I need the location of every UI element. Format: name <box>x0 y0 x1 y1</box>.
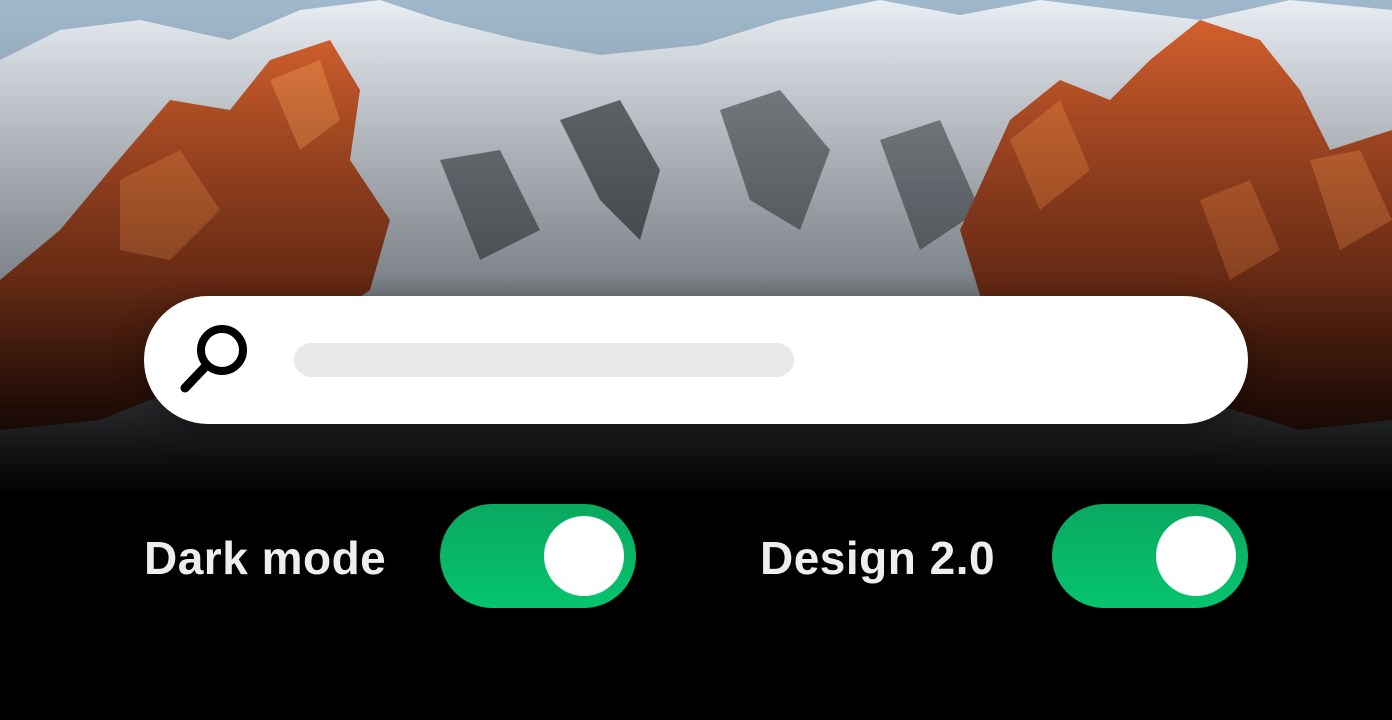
screen: Dark mode Design 2.0 <box>0 0 1392 720</box>
toggle-knob <box>544 516 624 596</box>
toggle-knob <box>1156 516 1236 596</box>
search-icon[interactable] <box>174 322 254 398</box>
design-2-toggle[interactable] <box>1052 504 1248 608</box>
dark-mode-label: Dark mode <box>144 532 387 584</box>
search-input[interactable] <box>294 343 794 377</box>
mountain-background-image <box>0 0 1392 500</box>
design-2-label: Design 2.0 <box>760 532 996 584</box>
dark-mode-toggle[interactable] <box>440 504 636 608</box>
